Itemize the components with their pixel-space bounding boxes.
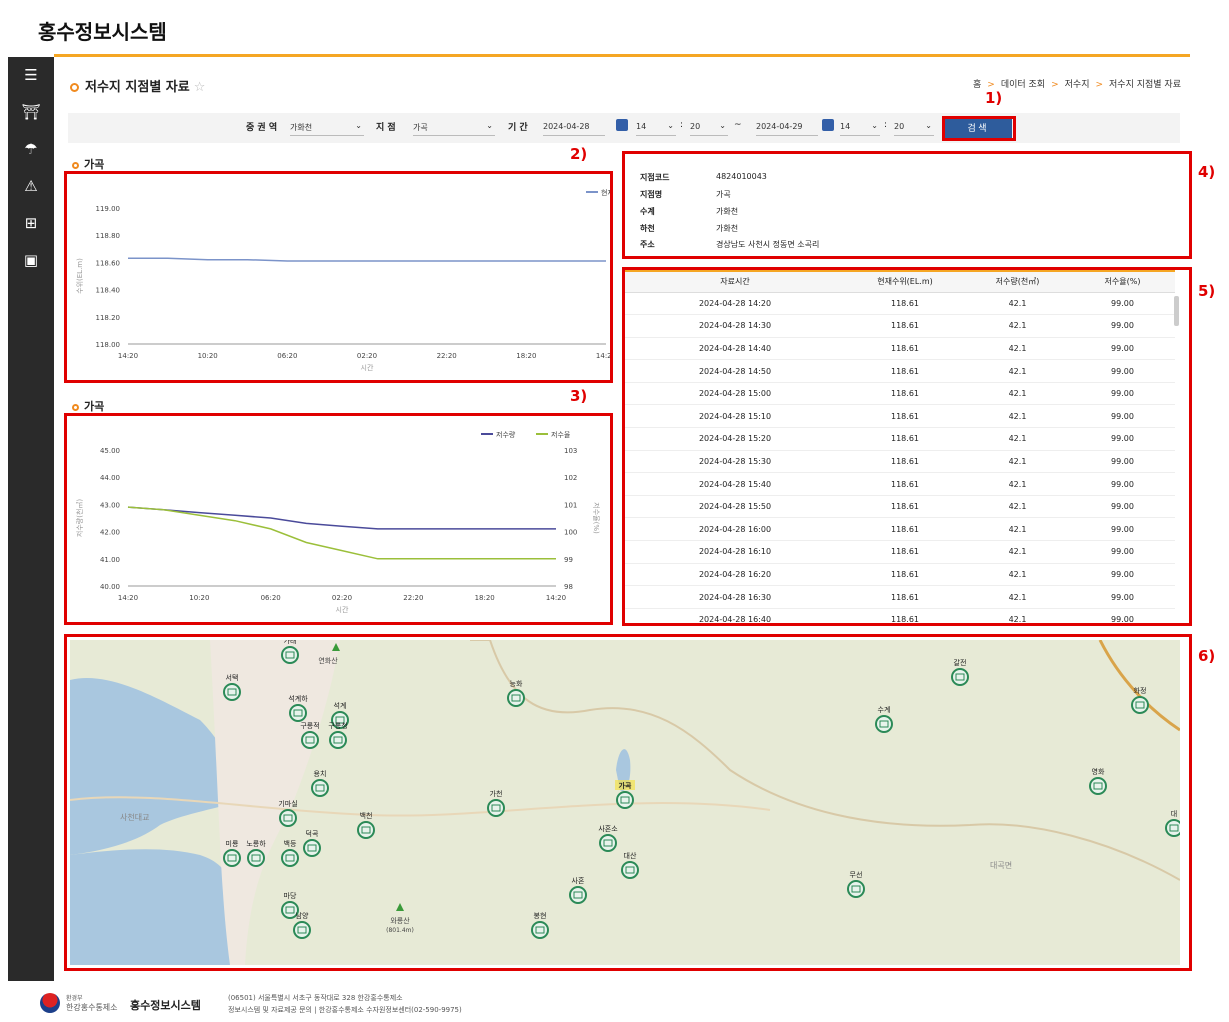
header: 홍수정보시스템 [0,0,1229,56]
chevron-down-icon: ⌄ [486,121,493,130]
annotation-box-5 [622,267,1192,626]
time-colon: : [884,120,888,130]
region-value: 가화천 [290,123,313,132]
start-date-value: 2024-04-28 [543,122,590,131]
chevron-down-icon: ⌄ [871,121,878,130]
annotation-label-3: 3) [570,387,588,405]
breadcrumb-data[interactable]: 데이터 조회 [1001,80,1045,90]
site-select[interactable]: 가곡 ⌄ [413,119,495,136]
end-min-select[interactable]: 20 ⌄ [894,119,934,136]
end-hour-value: 14 [840,122,851,131]
menu-icon[interactable]: ☰ [8,57,54,94]
annotation-label-2: 2) [570,145,588,163]
end-hour-select[interactable]: 14 ⌄ [840,119,880,136]
annotation-label-4: 4) [1198,163,1216,181]
monitor-icon[interactable]: ▣ [8,242,54,279]
breadcrumb-sep: > [1051,80,1059,90]
annotation-box-6 [64,634,1192,971]
footer-system: 홍수정보시스템 [130,999,201,1012]
site-label: 지 점 [376,123,396,133]
government-logo-icon [40,993,60,1013]
chart1-title-text: 가곡 [84,158,105,171]
annotation-box-2 [64,171,613,383]
app-title[interactable]: 홍수정보시스템 [38,16,167,45]
annotation-box-1 [942,116,1016,141]
section-bullet-icon [72,403,79,411]
page-title: 저수지 지점별 자료 ☆ [70,76,205,95]
footer-links[interactable]: 정보시스템 및 자료제공 문의 | 한강홍수통제소 수자원정보센터(02-590… [228,1005,462,1015]
alert-icon[interactable]: ⚠ [8,168,54,205]
start-min-select[interactable]: 20 ⌄ [690,119,728,136]
breadcrumb-current: 저수지 지점별 자료 [1109,80,1181,90]
start-min-value: 20 [690,122,701,131]
footer-org-line2: 한강홍수통제소 [66,1003,118,1012]
footer-org-line1: 환경부 [66,995,83,1002]
favorite-star-icon[interactable]: ☆ [194,80,206,95]
annotation-box-4 [622,151,1192,259]
end-min-value: 20 [894,122,905,131]
calendar-icon[interactable] [616,119,628,131]
breadcrumb: 홈 > 데이터 조회 > 저수지 > 저수지 지점별 자료 [973,77,1181,90]
site-value: 가곡 [413,123,428,132]
sidebar: ☰ ⛩ ☂ ⚠ ⊞ ▣ [8,57,54,981]
end-date-input[interactable]: 2024-04-29 [756,119,818,136]
dam-icon[interactable]: ⛩ [8,94,54,131]
region-select[interactable]: 가화천 ⌄ [290,119,364,136]
time-colon: : [680,120,684,130]
footer-address: (06501) 서울특별시 서초구 동작대로 328 한강홍수통제소 [228,994,403,1002]
chevron-down-icon: ⌄ [925,121,932,130]
range-tilde: ~ [734,120,742,130]
chart1-title: 가곡 [72,156,104,172]
footer: 환경부 한강홍수통제소 홍수정보시스템 (06501) 서울특별시 서초구 동작… [0,985,1229,1022]
annotation-label-5: 5) [1198,282,1216,300]
chevron-down-icon: ⌄ [667,121,674,130]
start-hour-value: 14 [636,122,647,131]
breadcrumb-sep: > [1095,80,1104,90]
breadcrumb-reservoir[interactable]: 저수지 [1065,80,1090,90]
breadcrumb-home[interactable]: 홈 [973,80,981,90]
end-date-value: 2024-04-29 [756,122,803,131]
chart2-title-text: 가곡 [84,400,105,413]
page-title-text: 저수지 지점별 자료 [85,80,190,95]
section-bullet-icon [72,161,79,169]
period-label: 기 간 [508,123,528,133]
chevron-down-icon: ⌄ [719,121,726,130]
chevron-down-icon: ⌄ [355,121,362,130]
header-underline [54,54,1190,57]
calendar-icon[interactable] [822,119,834,131]
region-label: 중 권 역 [246,123,278,133]
annotation-box-3 [64,413,613,625]
chart2-title: 가곡 [72,398,104,414]
annotation-label-1: 1) [985,89,1003,107]
rain-icon[interactable]: ☂ [8,131,54,168]
map-icon[interactable]: ⊞ [8,205,54,242]
title-bullet-icon [70,83,79,92]
start-date-input[interactable]: 2024-04-28 [543,119,605,136]
annotation-label-6: 6) [1198,647,1216,665]
start-hour-select[interactable]: 14 ⌄ [636,119,676,136]
